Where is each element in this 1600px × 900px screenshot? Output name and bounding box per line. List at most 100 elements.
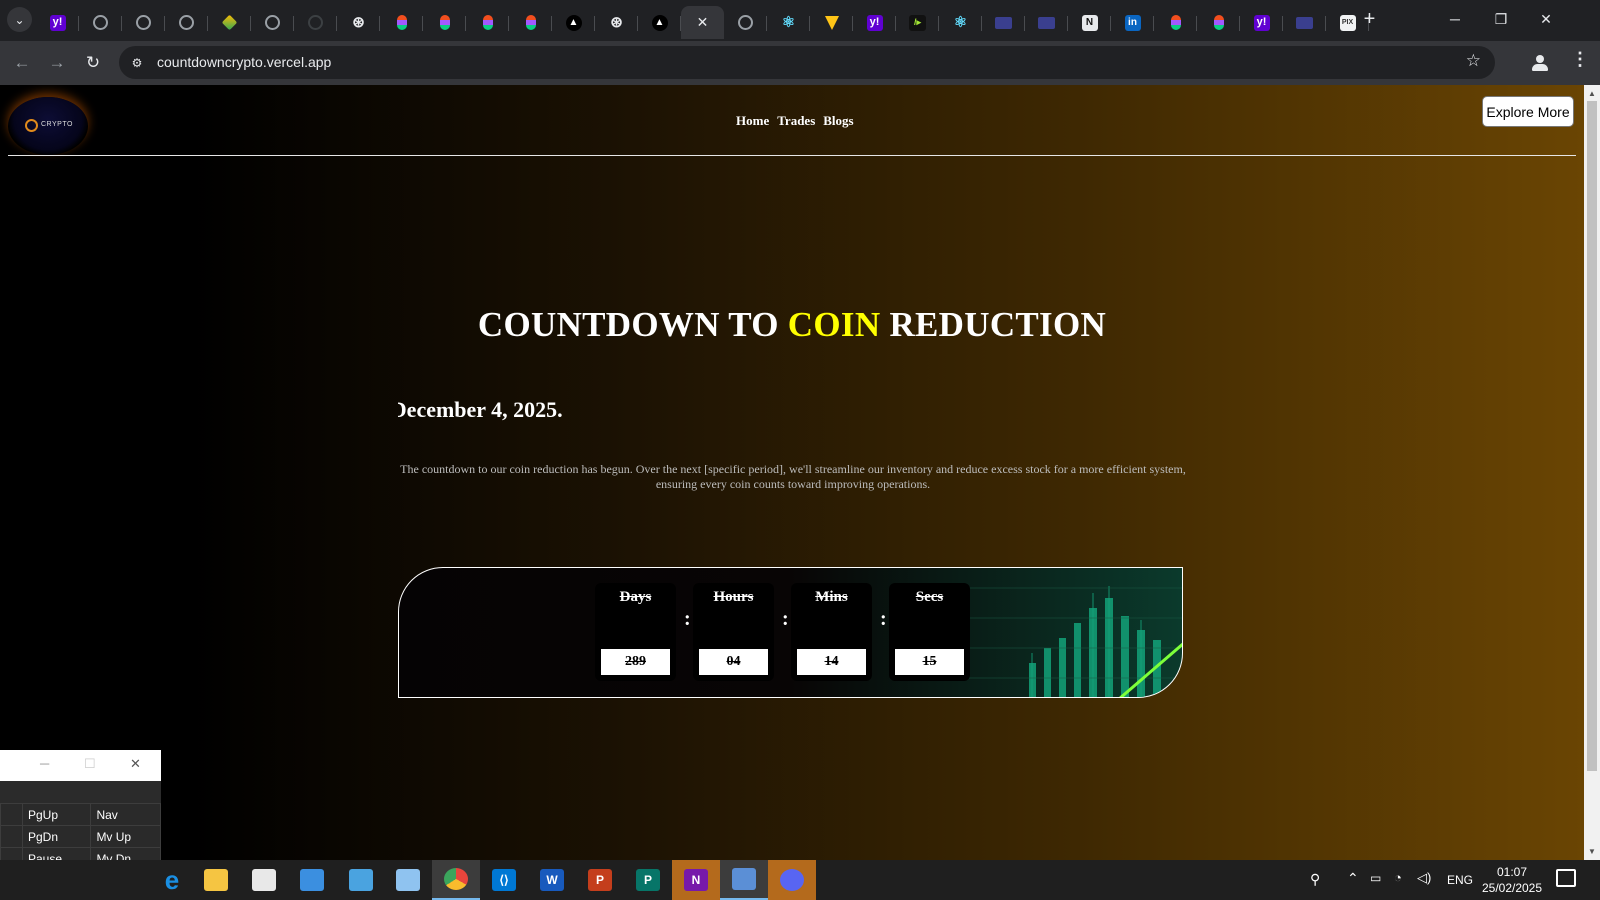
hero-title: COUNTDOWN TO COIN REDUCTION — [0, 305, 1584, 345]
clock[interactable]: 01:07 25/02/2025 — [1481, 864, 1543, 896]
page-scrollbar[interactable]: ▲ ▼ — [1584, 85, 1600, 860]
tab-strip: ⌄ y! ⊛ ▲ ⊛ ▲ ✕ ⚛ y! /▸ ⚛ Nin y! PIX + ─ ❐ ✕ — [0, 0, 1600, 41]
browser-tab[interactable]: y! — [853, 6, 896, 39]
taskbar-app[interactable]: P — [576, 860, 624, 900]
site-logo[interactable]: CRYPTO — [8, 97, 88, 155]
browser-tab[interactable] — [423, 6, 466, 39]
browser-tab[interactable] — [724, 6, 767, 39]
minimize-icon: ─ — [1450, 11, 1460, 27]
people-icon[interactable]: ⚲ — [1310, 871, 1320, 888]
taskbar-app[interactable] — [768, 860, 816, 900]
close-window-button[interactable]: ✕ — [1523, 0, 1569, 38]
keyboard-window-titlebar[interactable]: ─ ☐ ✕ — [0, 750, 161, 781]
browser-tab[interactable]: ⊛ — [595, 6, 638, 39]
taskbar-app[interactable]: N — [672, 860, 720, 900]
taskbar-app[interactable] — [384, 860, 432, 900]
nav-home-link[interactable]: Home — [736, 113, 769, 129]
notification-icon[interactable] — [1556, 869, 1576, 887]
hero-title-highlight: COIN — [787, 305, 881, 344]
browser-tab[interactable] — [1025, 6, 1068, 39]
browser-tab[interactable] — [810, 6, 853, 39]
browser-tab[interactable] — [1197, 6, 1240, 39]
taskbar-app[interactable] — [337, 860, 385, 900]
browser-tab[interactable]: N — [1068, 6, 1111, 39]
taskbar-app[interactable]: ⟨⟩ — [480, 860, 528, 900]
education-icon — [995, 16, 1012, 29]
language-indicator[interactable]: ENG — [1447, 873, 1473, 887]
browser-tab[interactable]: y! — [1240, 6, 1283, 39]
key-button[interactable]: PgDn — [21, 825, 92, 848]
browser-tab[interactable]: ⚛ — [939, 6, 982, 39]
figma-icon — [1213, 15, 1224, 30]
taskbar-app[interactable] — [720, 860, 768, 900]
jira-icon — [221, 14, 238, 31]
browser-tab[interactable]: y! — [36, 6, 79, 39]
browser-tab[interactable] — [380, 6, 423, 39]
browser-tab[interactable] — [294, 6, 337, 39]
taskbar-app[interactable]: P — [624, 860, 672, 900]
chevron-up-icon[interactable]: ⌃ — [1347, 870, 1359, 887]
browser-tab[interactable]: /▸ — [896, 6, 939, 39]
taskbar-app[interactable]: e — [148, 860, 196, 900]
browser-tab[interactable]: ⊛ — [337, 6, 380, 39]
discord-icon — [780, 869, 804, 891]
forward-button[interactable]: → — [43, 49, 71, 77]
store-icon — [252, 869, 276, 891]
browser-tab[interactable] — [466, 6, 509, 39]
taskbar-app[interactable]: W — [528, 860, 576, 900]
browser-tab[interactable] — [251, 6, 294, 39]
browser-tab[interactable]: ✕ — [681, 6, 724, 39]
more-menu-icon[interactable]: ⋮ — [1571, 49, 1589, 70]
browser-tab[interactable]: in — [1111, 6, 1154, 39]
taskbar-app[interactable] — [240, 860, 288, 900]
scroll-down-icon[interactable]: ▼ — [1588, 847, 1596, 856]
browser-tab[interactable]: ▲ — [638, 6, 681, 39]
marquee-container: s on December 4, 2025. — [398, 391, 1188, 435]
maximize-icon[interactable]: ☐ — [84, 756, 96, 772]
taskbar-app[interactable] — [432, 860, 480, 900]
address-bar[interactable]: ⚙ countdowncrypto.vercel.app ☆ — [119, 46, 1495, 79]
browser-tab[interactable] — [122, 6, 165, 39]
photos-icon — [396, 869, 420, 891]
key-button[interactable]: PgUp — [21, 803, 92, 826]
url-text[interactable]: countdowncrypto.vercel.app — [157, 54, 331, 70]
react-icon: ⚛ — [953, 14, 968, 31]
education-icon — [1296, 16, 1313, 29]
nav-blogs-link[interactable]: Blogs — [823, 113, 853, 129]
star-icon[interactable]: ☆ — [1466, 51, 1481, 71]
browser-tab[interactable] — [79, 6, 122, 39]
close-icon[interactable]: ✕ — [130, 756, 141, 772]
browser-tab[interactable]: ⚛ — [767, 6, 810, 39]
minimize-button[interactable]: ─ — [1432, 0, 1478, 38]
scroll-thumb[interactable] — [1587, 101, 1597, 771]
figma-icon — [396, 15, 407, 30]
browser-tab[interactable] — [165, 6, 208, 39]
scroll-up-icon[interactable]: ▲ — [1588, 89, 1596, 98]
nav-trades-link[interactable]: Trades — [777, 113, 815, 129]
browser-tab[interactable] — [1283, 6, 1326, 39]
tab-search-button[interactable]: ⌄ — [7, 7, 32, 32]
browser-tab[interactable] — [208, 6, 251, 39]
explore-more-button[interactable]: Explore More — [1482, 96, 1574, 127]
battery-icon[interactable]: ▭ — [1370, 871, 1381, 885]
wifi-icon[interactable]: ◔ — [1394, 870, 1402, 885]
browser-tab[interactable] — [982, 6, 1025, 39]
volume-icon[interactable]: ◁) — [1417, 870, 1431, 886]
new-tab-button[interactable]: + — [1357, 7, 1382, 32]
site-info-icon[interactable]: ⚙ — [127, 53, 147, 73]
taskbar-app[interactable] — [192, 860, 240, 900]
taskbar-app[interactable] — [288, 860, 336, 900]
close-icon[interactable]: ✕ — [697, 14, 709, 31]
profile-icon[interactable] — [1527, 50, 1553, 76]
key-action-button[interactable]: Mv Up — [90, 825, 161, 848]
browser-tab[interactable]: ▲ — [552, 6, 595, 39]
reload-button[interactable]: ↻ — [79, 49, 107, 77]
restore-button[interactable]: ❐ — [1478, 0, 1524, 38]
browser-tab[interactable] — [509, 6, 552, 39]
back-button[interactable]: ← — [8, 49, 36, 77]
minimize-icon[interactable]: ─ — [40, 756, 49, 771]
key-action-button[interactable]: Nav — [90, 803, 161, 826]
hero-title-after: REDUCTION — [880, 305, 1107, 344]
edge-icon: e — [164, 864, 180, 895]
browser-tab[interactable] — [1154, 6, 1197, 39]
